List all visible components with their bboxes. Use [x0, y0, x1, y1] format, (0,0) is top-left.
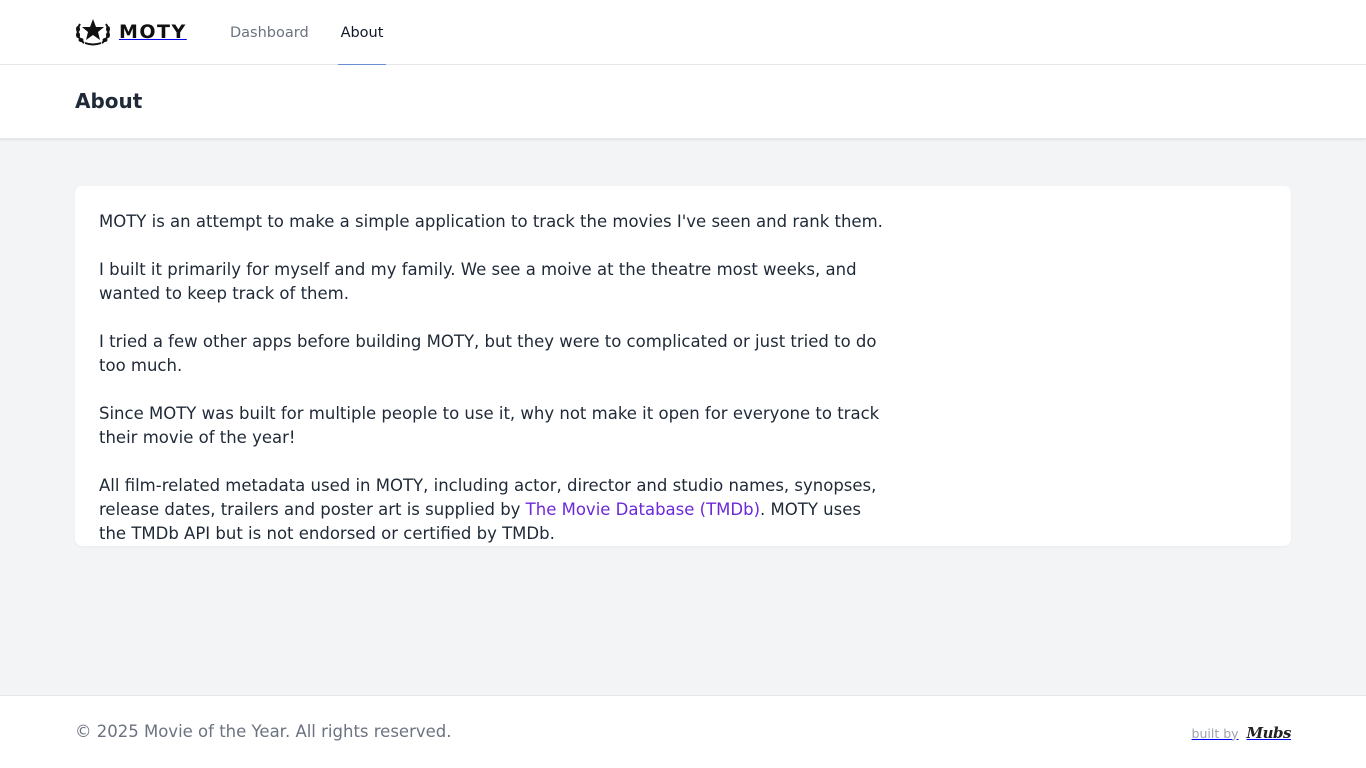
- attribution-paragraph: All film-related metadata used in MOTY, …: [99, 474, 885, 546]
- laurel-star-icon: [76, 19, 110, 46]
- tmdb-link[interactable]: The Movie Database (TMDb): [526, 500, 760, 519]
- about-content: MOTY is an attempt to make a simple appl…: [99, 210, 885, 546]
- footer: © 2025 Movie of the Year. All rights res…: [0, 695, 1366, 768]
- page-title: About: [75, 89, 143, 113]
- logo-text: MOTY: [119, 21, 187, 43]
- nav-link-dashboard[interactable]: Dashboard: [230, 0, 309, 65]
- home-logo-link[interactable]: MOTY: [75, 18, 187, 46]
- about-paragraph: I built it primarily for myself and my f…: [99, 260, 857, 303]
- about-paragraph: Since MOTY was built for multiple people…: [99, 404, 880, 447]
- page-header: About: [0, 65, 1366, 139]
- built-by-link[interactable]: built by Mubs: [1191, 723, 1292, 743]
- top-navbar: MOTY Dashboard About: [0, 0, 1366, 66]
- about-paragraph: I tried a few other apps before building…: [99, 332, 877, 375]
- about-card: MOTY is an attempt to make a simple appl…: [75, 186, 1291, 546]
- about-paragraph: MOTY is an attempt to make a simple appl…: [99, 212, 883, 231]
- copyright-text: © 2025 Movie of the Year. All rights res…: [75, 722, 452, 741]
- built-by-logo: Mubs: [1246, 724, 1292, 742]
- nav-link-about[interactable]: About: [338, 0, 386, 66]
- built-by-label: built by: [1191, 725, 1239, 741]
